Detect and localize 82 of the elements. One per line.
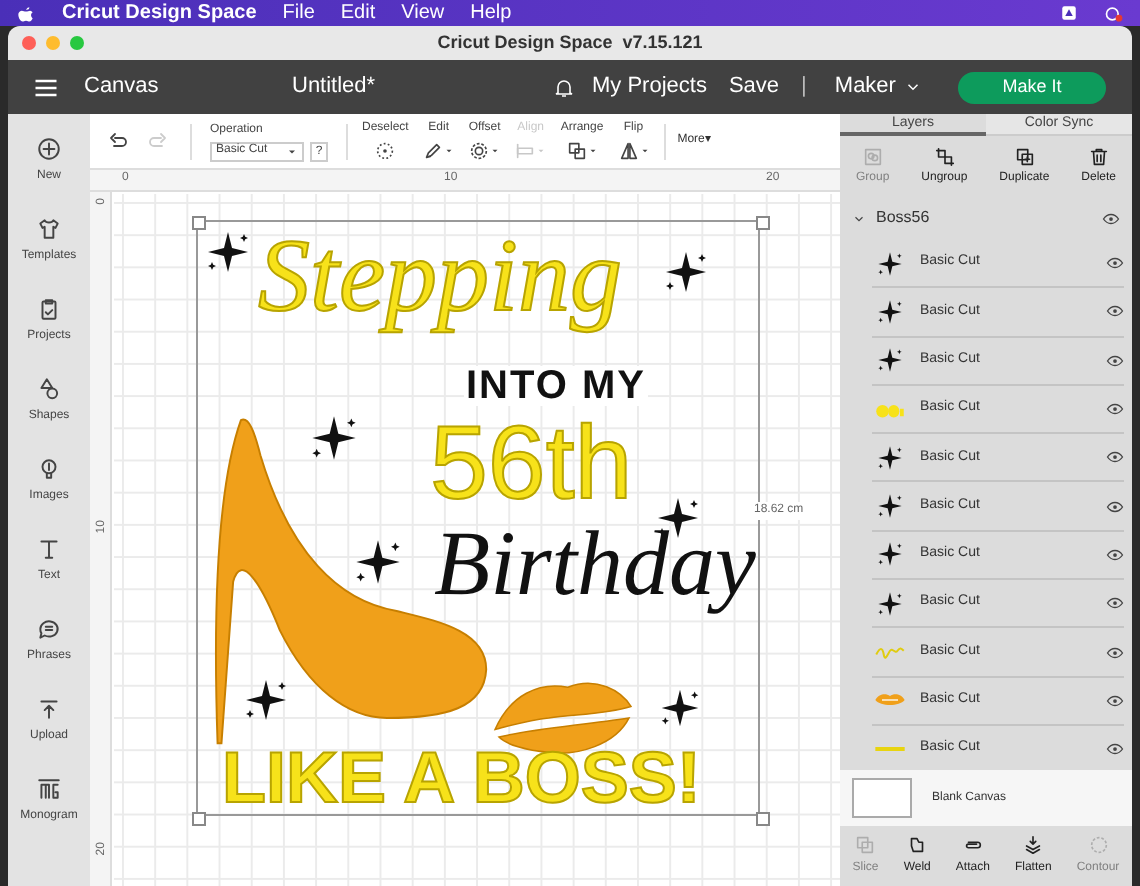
sparkle-star-icon — [876, 443, 904, 472]
resize-handle[interactable] — [192, 812, 206, 826]
sparkle-star-icon — [876, 249, 904, 278]
eye-icon — [1106, 400, 1124, 419]
layer-group[interactable]: Boss56 — [840, 196, 1132, 240]
window-title: Cricut Design Space v7.15.121 — [437, 29, 703, 56]
header-link[interactable]: Save — [728, 70, 780, 104]
eye-icon — [1106, 351, 1124, 370]
script-thumbnail-icon — [874, 642, 906, 663]
sparkle-star-icon — [658, 686, 702, 730]
design-text: 56th — [430, 412, 633, 516]
design-text: INTO MY — [464, 366, 648, 406]
eye-icon — [1106, 691, 1124, 710]
shapes-icon — [36, 375, 62, 401]
sparkle-star-icon — [876, 346, 904, 375]
text-icon — [36, 535, 62, 561]
eye-icon — [1102, 209, 1120, 227]
app-menu[interactable]: Cricut Design Space — [62, 0, 257, 28]
layered-squares-icon — [566, 140, 589, 162]
eye-icon — [1106, 643, 1124, 662]
dotted-circle-icon — [374, 140, 397, 162]
header-link[interactable]: My Projects — [592, 70, 707, 104]
apple-logo-icon — [16, 3, 36, 23]
group-icon — [861, 145, 884, 167]
menu-item[interactable]: Help — [470, 0, 512, 28]
monogram-icon — [36, 775, 62, 801]
duplicate-icon — [1013, 145, 1036, 167]
lettering-thumbnail-icon — [874, 399, 906, 420]
design-text: Stepping — [258, 226, 622, 330]
sparkle-star-icon — [876, 492, 904, 521]
weld-icon — [906, 834, 929, 856]
sparkle-star-icon — [308, 412, 360, 464]
eye-icon — [1106, 302, 1124, 321]
slice-icon — [854, 834, 877, 856]
eye-icon — [1106, 497, 1124, 516]
status-icon — [1060, 4, 1078, 22]
pencil-icon — [422, 140, 445, 162]
caret-icon — [286, 145, 298, 157]
layer-group-name: Boss56 — [876, 206, 932, 230]
upload-icon — [36, 695, 62, 721]
resize-handle[interactable] — [756, 216, 770, 230]
separator: | — [801, 72, 807, 103]
notification-bell-icon — [552, 75, 576, 99]
status-icon — [1104, 3, 1124, 23]
eye-icon — [1106, 254, 1124, 273]
sparkle-star-icon — [352, 536, 404, 588]
speech-bubble-icon — [36, 615, 62, 641]
clipboard-icon — [36, 295, 62, 321]
sparkle-star-icon — [242, 676, 290, 724]
menu-item[interactable]: Edit — [340, 0, 376, 28]
trash-icon — [1087, 145, 1110, 167]
sparkle-star-icon — [662, 248, 710, 296]
ungroup-icon — [933, 145, 956, 167]
flatten-icon — [1022, 834, 1045, 856]
design-text: LIKE A BOSS! — [222, 742, 701, 814]
sparkle-star-icon — [876, 540, 904, 569]
align-icon — [514, 140, 537, 162]
make-it-button[interactable]: Make It — [957, 71, 1106, 103]
offset-icon — [468, 140, 491, 162]
eye-icon — [1106, 545, 1124, 564]
eye-icon — [1106, 594, 1124, 613]
undo-icon — [106, 129, 130, 153]
design-text: Birthday — [434, 518, 756, 610]
section-title: Canvas — [84, 72, 161, 103]
resize-handle[interactable] — [192, 216, 206, 230]
menu-item[interactable]: File — [282, 0, 315, 28]
lettering-thumbnail-icon — [874, 746, 906, 753]
machine-dropdown[interactable]: Maker — [834, 70, 922, 104]
sparkle-star-icon — [876, 589, 904, 618]
menu-item[interactable]: View — [401, 0, 445, 28]
eye-icon — [1106, 448, 1124, 467]
plus-circle-icon — [36, 135, 62, 161]
eye-icon — [1106, 740, 1124, 759]
flip-icon — [617, 140, 640, 162]
canvas-swatch — [852, 778, 912, 818]
document-title: Untitled* — [292, 72, 378, 103]
contour-icon — [1087, 834, 1109, 856]
resize-handle[interactable] — [756, 812, 770, 826]
sparkle-star-icon — [204, 228, 252, 276]
lightbulb-icon — [36, 455, 62, 481]
sparkle-star-icon — [876, 297, 904, 326]
shirt-icon — [36, 215, 62, 241]
